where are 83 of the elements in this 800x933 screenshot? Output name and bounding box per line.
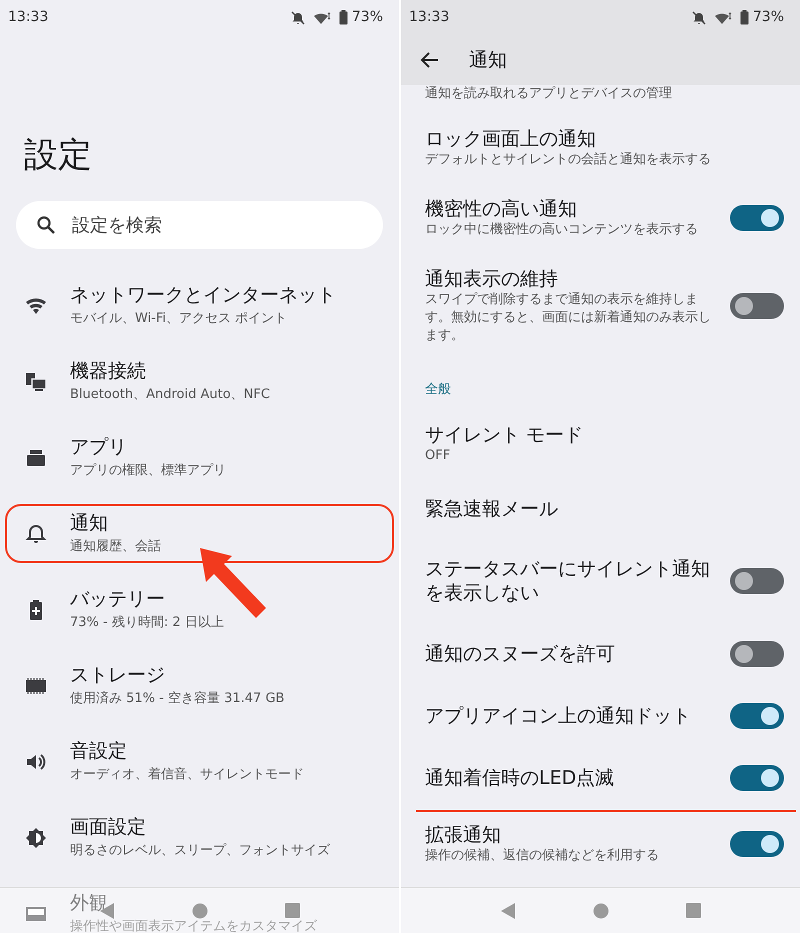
- home-icon[interactable]: [192, 902, 208, 918]
- row-title: サイレント モード: [425, 423, 584, 447]
- settings-item[interactable]: 音設定 オーディオ、着信音、サイレントモード: [0, 724, 399, 800]
- row-title: アプリアイコン上の通知ドット: [425, 704, 692, 728]
- row-title: 緊急速報メール: [425, 497, 559, 521]
- battery-icon: [740, 10, 749, 25]
- toggle-switch[interactable]: [730, 765, 784, 791]
- screen-title: 通知: [469, 48, 507, 73]
- toggle-switch[interactable]: [730, 641, 784, 667]
- row-subtitle: 操作の候補、返信の候補などを利用する: [425, 847, 660, 865]
- row-title: 機密性の高い通知: [425, 197, 578, 221]
- settings-row[interactable]: サイレント モード OFF: [401, 409, 800, 479]
- bell-off-icon: [692, 10, 706, 24]
- row-title: ロック画面上の通知: [425, 127, 597, 151]
- settings-row[interactable]: 通知のスヌーズを許可: [401, 623, 800, 685]
- item-title: ネットワークとインターネット: [70, 283, 336, 308]
- item-subtitle: アプリの権限、標準アプリ: [70, 462, 226, 480]
- item-subtitle: 73% - 残り時間: 2 日以上: [70, 614, 224, 632]
- battery-level: 73%: [352, 8, 383, 27]
- item-title: 通知: [70, 511, 108, 536]
- settings-row[interactable]: 通知を読み取れるアプリとデバイスの管理: [401, 85, 800, 113]
- row-title: 拡張通知: [425, 823, 502, 847]
- wifi-signal-icon: [312, 10, 331, 24]
- item-subtitle: モバイル、Wi-Fi、アクセス ポイント: [70, 310, 288, 328]
- toggle-switch[interactable]: [730, 831, 784, 857]
- item-title: 画面設定: [70, 815, 146, 840]
- clock: 13:33: [409, 8, 450, 27]
- settings-item[interactable]: ネットワークとインターネット モバイル、Wi-Fi、アクセス ポイント: [0, 268, 399, 344]
- row-title: ステータスバーにサイレント通知を表示しない: [425, 557, 711, 605]
- item-title: バッテリー: [70, 587, 165, 612]
- search-icon: [36, 215, 56, 235]
- recents-icon[interactable]: [686, 903, 702, 918]
- item-subtitle: 明るさのレベル、スリープ、フォントサイズ: [70, 842, 330, 860]
- home-icon[interactable]: [592, 902, 609, 918]
- back-icon[interactable]: [500, 902, 516, 920]
- item-title: 機器接続: [70, 359, 146, 384]
- settings-row[interactable]: 緊急速報メール: [401, 479, 800, 539]
- toggle-switch[interactable]: [730, 703, 784, 729]
- settings-row[interactable]: 拡張通知 操作の候補、返信の候補などを利用する: [401, 809, 800, 879]
- settings-item[interactable]: 通知 通知履歴、会話: [0, 496, 399, 572]
- row-title: 通知着信時のLED点滅: [425, 766, 616, 790]
- toggle-switch[interactable]: [730, 293, 784, 319]
- item-title: ストレージ: [70, 663, 165, 688]
- item-subtitle: 操作性や画面表示アイテムをカスタマイズ: [70, 918, 317, 933]
- settings-row[interactable]: 機密性の高い通知 ロック中に機密性の高いコンテンツを表示する: [401, 183, 800, 253]
- settings-item[interactable]: ストレージ 使用済み 51% - 空き容量 31.47 GB: [0, 648, 399, 724]
- item-subtitle: 使用済み 51% - 空き容量 31.47 GB: [70, 690, 284, 708]
- wifi-signal-icon: [714, 10, 732, 24]
- devices-icon: [24, 370, 48, 394]
- settings-row[interactable]: 通知着信時のLED点滅: [401, 747, 800, 809]
- settings-item[interactable]: アプリ アプリの権限、標準アプリ: [0, 420, 399, 496]
- settings-item[interactable]: 画面設定 明るさのレベル、スリープ、フォントサイズ: [0, 800, 399, 876]
- row-subtitle: デフォルトとサイレントの会話と通知を表示する: [425, 151, 712, 169]
- section-header: 全般: [424, 381, 452, 399]
- brightness-icon: [24, 826, 48, 850]
- settings-row[interactable]: ロック画面上の通知 デフォルトとサイレントの会話と通知を表示する: [401, 113, 800, 183]
- recents-icon[interactable]: [285, 903, 300, 918]
- settings-row[interactable]: アプリアイコン上の通知ドット: [401, 685, 800, 747]
- row-subtitle: ロック中に機密性の高いコンテンツを表示する: [425, 221, 699, 239]
- row-subtitle: 通知を読み取れるアプリとデバイスの管理: [425, 85, 673, 103]
- bell-off-icon: [290, 10, 305, 24]
- toggle-switch[interactable]: [730, 205, 784, 231]
- item-title: アプリ: [70, 435, 127, 460]
- toggle-switch[interactable]: [730, 568, 784, 594]
- item-subtitle: 通知履歴、会話: [70, 538, 161, 556]
- row-title: 通知のスヌーズを許可: [425, 642, 616, 666]
- settings-item[interactable]: バッテリー 73% - 残り時間: 2 日以上: [0, 572, 399, 648]
- settings-item[interactable]: 機器接続 Bluetooth、Android Auto、NFC: [0, 344, 399, 420]
- row-subtitle: スワイプで削除するまで通知の表示を維持します。無効にすると、画面には新着通知のみ表示します。: [425, 291, 712, 345]
- search-field[interactable]: 設定を検索: [16, 201, 383, 249]
- row-title: 通知表示の維持: [425, 267, 559, 291]
- battery-icon: [338, 10, 348, 25]
- page-title: 設定: [24, 134, 93, 177]
- battery-level: 73%: [752, 8, 784, 27]
- item-title: 音設定: [70, 739, 127, 764]
- item-subtitle: オーディオ、着信音、サイレントモード: [70, 766, 304, 784]
- row-subtitle: OFF: [425, 447, 452, 465]
- settings-row[interactable]: ステータスバーにサイレント通知を表示しない: [401, 539, 800, 623]
- clock: 13:33: [8, 8, 50, 27]
- back-arrow-icon[interactable]: [419, 50, 439, 70]
- bell-icon: [24, 522, 48, 546]
- settings-row[interactable]: 通知表示の維持 スワイプで削除するまで通知の表示を維持します。無効にすると、画面には新着通知のみ表示します。: [401, 253, 800, 359]
- item-subtitle: Bluetooth、Android Auto、NFC: [70, 386, 270, 404]
